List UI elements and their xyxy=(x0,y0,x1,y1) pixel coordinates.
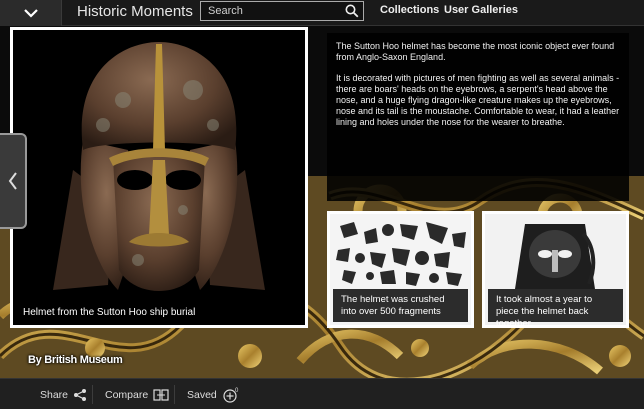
description-paragraph-1: The Sutton Hoo helmet has become the mos… xyxy=(336,41,615,62)
separator xyxy=(92,385,93,404)
description-panel: The Sutton Hoo helmet has become the mos… xyxy=(327,33,629,201)
helmet-image: Helmet from the Sutton Hoo ship burial xyxy=(13,30,305,325)
search-box xyxy=(200,1,364,21)
top-bar: Historic Moments Collections User Galler… xyxy=(0,0,644,26)
separator xyxy=(174,385,175,404)
reconstruction-image: It took almost a year to piece the helme… xyxy=(485,214,626,325)
previous-button[interactable] xyxy=(0,133,27,229)
chevron-down-icon xyxy=(23,8,38,18)
main-image-caption: Helmet from the Sutton Hoo ship burial xyxy=(23,307,196,318)
share-button[interactable]: Share xyxy=(40,379,87,409)
main-image-card[interactable]: Helmet from the Sutton Hoo ship burial xyxy=(10,27,308,328)
description-paragraph-2: It is decorated with pictures of men fig… xyxy=(336,73,620,127)
saved-label: Saved xyxy=(187,388,217,401)
compare-icon xyxy=(153,388,169,401)
search-input[interactable] xyxy=(201,2,341,20)
app-title: Historic Moments xyxy=(77,3,193,20)
menu-toggle-button[interactable] xyxy=(0,0,62,26)
credit-label: By British Museum xyxy=(28,354,123,366)
fragments-image: The helmet was crushed into over 500 fra… xyxy=(330,214,471,325)
fragments-caption: The helmet was crushed into over 500 fra… xyxy=(333,289,468,322)
saved-count: 0 xyxy=(235,388,239,394)
reconstruction-card[interactable]: It took almost a year to piece the helme… xyxy=(482,211,629,328)
nav-user-galleries[interactable]: User Galleries xyxy=(444,4,518,16)
compare-label: Compare xyxy=(105,388,149,401)
nav-collections[interactable]: Collections xyxy=(380,4,439,16)
helmet-illustration xyxy=(13,30,305,325)
search-icon[interactable] xyxy=(345,4,359,18)
share-label: Share xyxy=(40,388,69,401)
bottom-bar: Share Compare Saved 0 xyxy=(0,378,644,409)
reconstruction-caption: It took almost a year to piece the helme… xyxy=(488,289,623,325)
chevron-left-icon xyxy=(8,172,17,190)
compare-button[interactable]: Compare xyxy=(105,379,169,409)
fragments-card[interactable]: The helmet was crushed into over 500 fra… xyxy=(327,211,474,328)
share-icon xyxy=(74,388,87,401)
saved-button[interactable]: Saved 0 xyxy=(187,379,240,409)
add-circle-icon: 0 xyxy=(223,388,239,403)
